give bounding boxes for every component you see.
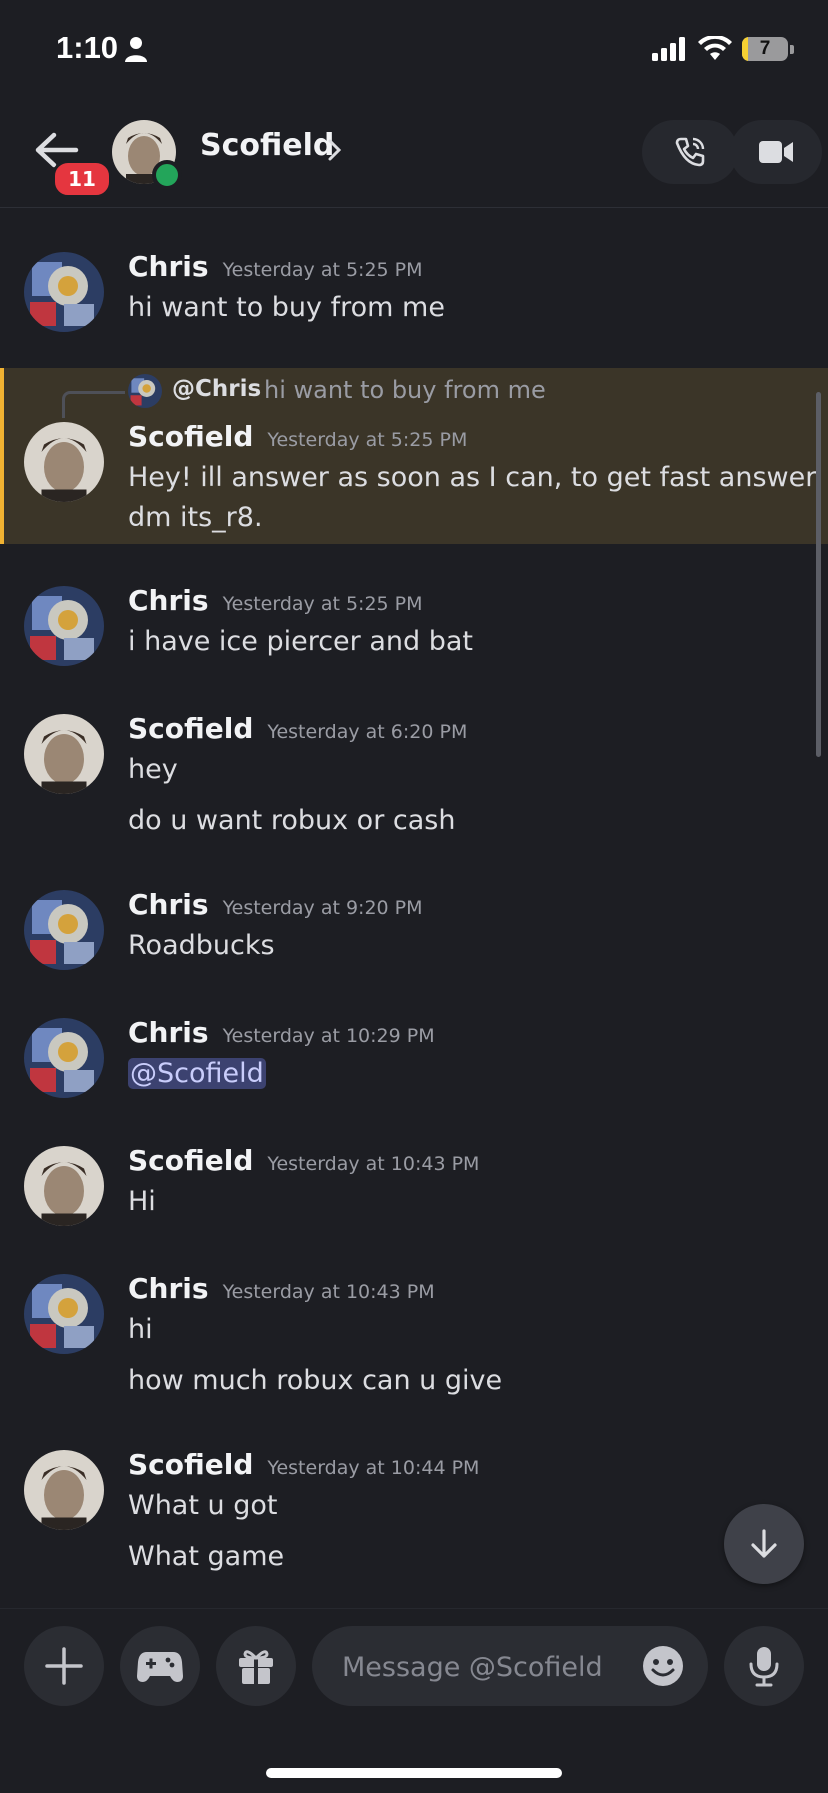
- author-name[interactable]: Chris: [128, 888, 209, 921]
- reply-avatar: [128, 374, 162, 408]
- author-name[interactable]: Scofield: [128, 420, 253, 453]
- video-call-button[interactable]: [730, 120, 822, 184]
- message-text: how much robux can u give: [128, 1365, 503, 1396]
- message-text: hi: [128, 1314, 153, 1345]
- message-composer: [0, 1608, 828, 1793]
- avatar[interactable]: [24, 252, 104, 332]
- chris-avatar-image: [24, 890, 104, 970]
- timestamp: Yesterday at 9:20 PM: [222, 897, 423, 919]
- message-text: Hey! ill answer as soon as I can, to get…: [128, 462, 817, 493]
- voice-message-button[interactable]: [724, 1626, 804, 1706]
- status-time: 1:10: [56, 30, 119, 65]
- user-mention[interactable]: @Scofield: [128, 1058, 266, 1089]
- chris-avatar-image: [24, 586, 104, 666]
- battery-icon: 7: [742, 37, 788, 61]
- online-status-dot: [152, 160, 182, 190]
- message-list[interactable]: Chris Yesterday at 5:25 PM hi want to buy…: [0, 208, 828, 1608]
- message-text: i have ice piercer and bat: [128, 626, 474, 657]
- timestamp: Yesterday at 10:29 PM: [222, 1025, 435, 1047]
- avatar[interactable]: [24, 1450, 104, 1530]
- avatar[interactable]: [24, 586, 104, 666]
- avatar[interactable]: [24, 714, 104, 794]
- voice-call-button[interactable]: [642, 120, 738, 184]
- scofield-avatar-image: [24, 1450, 104, 1530]
- scrollbar[interactable]: [816, 392, 821, 757]
- message-text: dm its_r8.: [128, 502, 263, 533]
- author-name[interactable]: Chris: [128, 1016, 209, 1049]
- cellular-signal-icon: [652, 37, 685, 61]
- timestamp: Yesterday at 5:25 PM: [222, 593, 423, 615]
- chris-avatar-image: [24, 1274, 104, 1354]
- message-text: do u want robux or cash: [128, 805, 456, 836]
- message-text: hey: [128, 754, 178, 785]
- unread-badge: 11: [52, 160, 112, 198]
- video-camera-icon: [759, 141, 793, 163]
- scofield-avatar-image: [24, 1146, 104, 1226]
- activities-button[interactable]: [120, 1626, 200, 1706]
- add-attachment-button[interactable]: [24, 1626, 104, 1706]
- gift-button[interactable]: [216, 1626, 296, 1706]
- timestamp: Yesterday at 5:25 PM: [222, 259, 423, 281]
- timestamp: Yesterday at 10:44 PM: [267, 1457, 480, 1479]
- author-name[interactable]: Chris: [128, 584, 209, 617]
- reply-connector: [62, 391, 125, 418]
- timestamp: Yesterday at 10:43 PM: [267, 1153, 480, 1175]
- timestamp: Yesterday at 5:25 PM: [267, 429, 468, 451]
- avatar[interactable]: [24, 890, 104, 970]
- gamepad-icon: [137, 1652, 183, 1682]
- message-input[interactable]: [340, 1626, 624, 1708]
- author-name[interactable]: Scofield: [128, 1448, 253, 1481]
- author-name[interactable]: Scofield: [128, 712, 253, 745]
- home-indicator[interactable]: [266, 1768, 562, 1778]
- gift-icon: [239, 1650, 273, 1684]
- reply-author[interactable]: @Chris: [172, 376, 261, 402]
- avatar[interactable]: [24, 1274, 104, 1354]
- chris-avatar-image: [24, 252, 104, 332]
- chevron-right-icon[interactable]: [326, 138, 344, 162]
- timestamp: Yesterday at 6:20 PM: [267, 721, 468, 743]
- scofield-avatar-image: [24, 422, 104, 502]
- wifi-icon: [698, 36, 732, 60]
- page-title[interactable]: Scofield: [200, 128, 334, 163]
- timestamp: Yesterday at 10:43 PM: [222, 1281, 435, 1303]
- avatar[interactable]: [24, 1018, 104, 1098]
- status-bar: 1:10 7: [0, 0, 828, 100]
- chat-header: 11 Scofield: [0, 100, 828, 208]
- avatar[interactable]: [24, 1146, 104, 1226]
- avatar[interactable]: [24, 422, 104, 502]
- message-text: What game: [128, 1541, 285, 1572]
- emoji-icon[interactable]: [642, 1645, 684, 1687]
- message-text: What u got: [128, 1490, 278, 1521]
- author-name[interactable]: Chris: [128, 250, 209, 283]
- message-text: Hi: [128, 1186, 156, 1217]
- microphone-icon: [749, 1647, 779, 1687]
- scofield-avatar-image: [24, 714, 104, 794]
- plus-icon: [45, 1647, 83, 1685]
- person-icon: [125, 37, 147, 62]
- message-text: Roadbucks: [128, 930, 275, 961]
- reply-preview-text[interactable]: hi want to buy from me: [264, 376, 546, 404]
- phone-icon: [675, 137, 705, 167]
- arrow-down-icon: [751, 1529, 777, 1558]
- message-input-container: [312, 1626, 708, 1708]
- author-name[interactable]: Chris: [128, 1272, 209, 1305]
- battery-level: 7: [759, 38, 771, 59]
- author-name[interactable]: Scofield: [128, 1144, 253, 1177]
- chris-avatar-image: [24, 1018, 104, 1098]
- message-text: hi want to buy from me: [128, 292, 445, 323]
- jump-to-present-button[interactable]: [724, 1504, 804, 1584]
